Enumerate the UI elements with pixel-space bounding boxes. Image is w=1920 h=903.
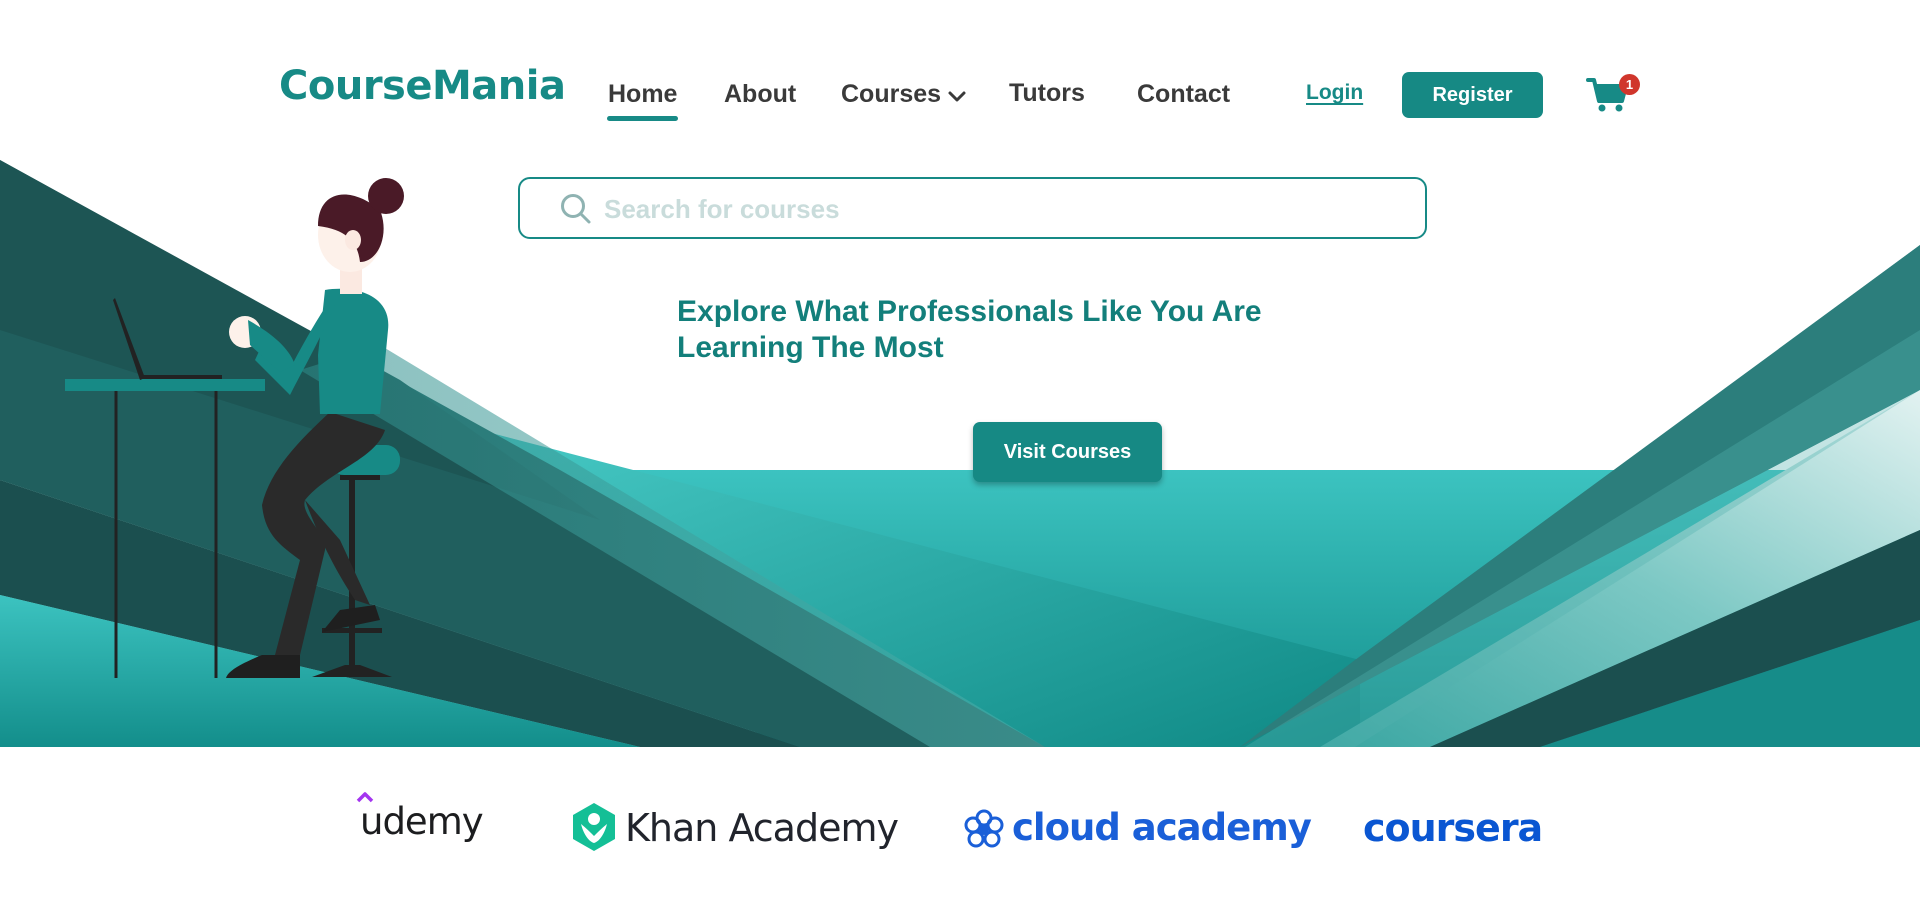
login-link[interactable]: Login [1306, 81, 1363, 105]
nav-tutors[interactable]: Tutors [1009, 79, 1085, 108]
chevron-down-icon[interactable] [947, 87, 967, 107]
register-button[interactable]: Register [1402, 72, 1543, 118]
khan-academy-logo-icon [573, 803, 615, 851]
partner-khan-academy[interactable]: Khan Academy [625, 806, 899, 850]
hero-headline-line-1: Explore What Professionals Like You Are [677, 295, 1262, 328]
partner-cloud-academy[interactable]: cloud academy [1012, 806, 1312, 849]
hero-illustration [65, 178, 404, 678]
nav-active-indicator [607, 116, 678, 121]
search-bar[interactable] [518, 177, 1427, 239]
partner-coursera[interactable]: coursera [1363, 806, 1543, 850]
hero-headline: Explore What Professionals Like You Are … [677, 294, 1297, 366]
hero-headline-line-2: Learning The Most [677, 331, 944, 364]
search-icon [561, 194, 591, 224]
cart-count-badge: 1 [1619, 74, 1640, 95]
nav-courses[interactable]: Courses [841, 80, 941, 109]
nav-contact[interactable]: Contact [1137, 80, 1230, 109]
nav-home[interactable]: Home [608, 80, 677, 109]
brand-logo[interactable]: CourseMania [279, 63, 566, 109]
visit-courses-button[interactable]: Visit Courses [973, 422, 1162, 482]
search-input[interactable] [602, 187, 1406, 231]
partner-udemy[interactable]: udemy [360, 800, 484, 843]
cloud-academy-logo-icon [964, 809, 1004, 848]
nav-about[interactable]: About [724, 80, 796, 109]
